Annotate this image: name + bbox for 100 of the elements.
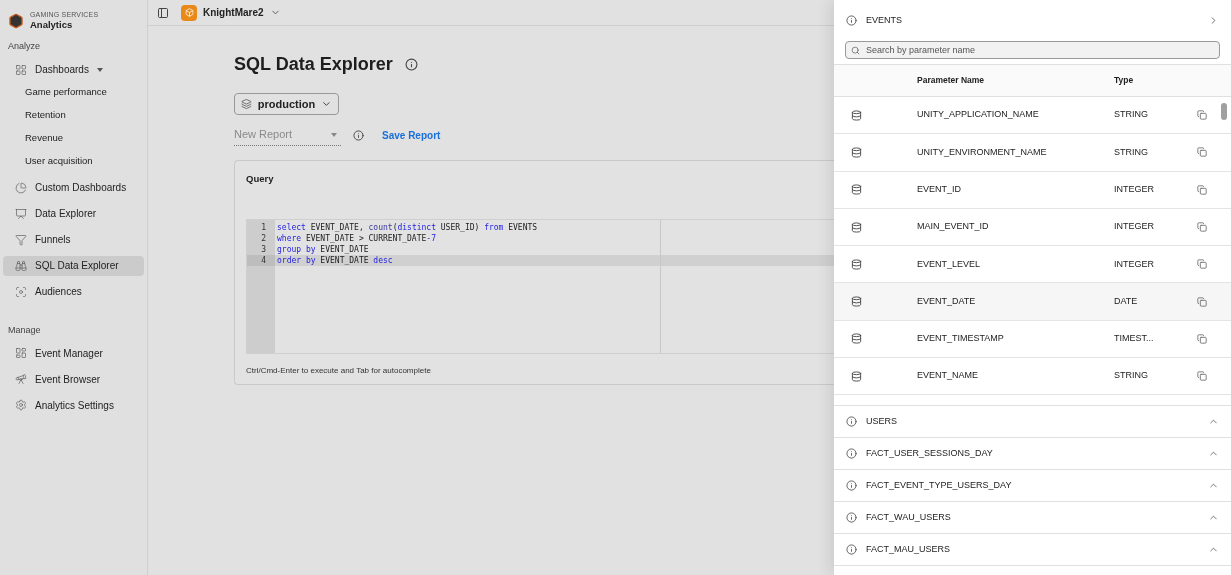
copy-icon[interactable]	[1197, 222, 1207, 233]
table-row[interactable]: EVENT_NAME STRING	[834, 358, 1231, 396]
info-icon[interactable]	[846, 544, 857, 556]
parameter-name: EVENT_LEVEL	[917, 257, 982, 271]
table-header[interactable]: FACT_EVENT_TYPE_USERS_DAY	[834, 470, 1231, 503]
code-editor[interactable]: 1 2 3 4 select EVENT_DATE, count(distinct USER_ID) from EVENTS where EVENT_DATE > CURRENT_DATE-7 group by EVENT_DATE order by EVENT_DATE desc	[246, 219, 834, 355]
copy-icon[interactable]	[1197, 147, 1207, 158]
parameter-type: STRING	[1114, 369, 1149, 383]
parameter-type: DATE	[1114, 294, 1139, 308]
editor-hint: Ctrl/Cmd-Enter to execute and Tab for autocomplete	[246, 365, 431, 378]
table-row[interactable]: EVENT_DATE DATE	[834, 283, 1231, 321]
settings-icon	[15, 399, 27, 411]
scan-frame-icon	[15, 285, 27, 298]
grid-icon	[15, 63, 27, 76]
table-header[interactable]: FACT_USER_SESSIONS_DAY	[834, 438, 1231, 471]
parameter-type: STRING	[1114, 145, 1149, 159]
info-icon[interactable]	[404, 58, 418, 71]
database-icon	[851, 184, 862, 196]
section-heading: Manage	[7, 323, 42, 337]
page-title: SQL Data Explorer	[234, 53, 393, 76]
pie-chart-icon	[15, 181, 27, 194]
info-icon[interactable]	[846, 480, 857, 492]
database-icon	[851, 109, 862, 121]
table-row[interactable]: EVENT_ID INTEGER	[834, 171, 1231, 209]
sidebar-item[interactable]: Dashboards	[3, 59, 144, 80]
table-header[interactable]: EVENTS	[834, 0, 1231, 41]
sidebar-item[interactable]: Event Browser	[3, 369, 144, 389]
search-field[interactable]: Search by parameter name	[845, 41, 1220, 59]
parameter-type: INTEGER	[1114, 183, 1155, 196]
database-icon	[851, 258, 862, 270]
table-header[interactable]: USERS	[834, 406, 1231, 439]
panel-toggle-icon[interactable]	[157, 6, 169, 19]
parameter-name: EVENT_NAME	[917, 369, 979, 383]
info-icon[interactable]	[846, 448, 857, 460]
code-line: where EVENT_DATE > CURRENT_DATE-7	[277, 234, 436, 244]
table-header[interactable]: FACT_MAU_USERS	[834, 534, 1231, 567]
copy-icon[interactable]	[1197, 333, 1207, 344]
project-avatar	[181, 4, 197, 21]
copy-icon[interactable]	[1197, 184, 1207, 195]
parameter-type: INTEGER	[1114, 220, 1155, 234]
sidebar-subitem[interactable]: User acquisition	[3, 150, 144, 172]
sidebar-item[interactable]: Funnels	[3, 229, 144, 250]
table-row[interactable]: UNITY_APPLICATION_NAME STRING	[834, 97, 1231, 135]
code-line: select EVENT_DATE, count(distinct USER_ID) from EVENTS	[277, 223, 538, 233]
copy-icon[interactable]	[1197, 371, 1207, 382]
sidebar-subitem[interactable]: Revenue	[3, 127, 144, 149]
sidebar-subitem[interactable]: Game performance	[3, 81, 144, 103]
table-name: EVENTS	[866, 13, 903, 27]
sidebar-item[interactable]: Event Manager	[3, 343, 144, 363]
table-row[interactable]: UNITY_ENVIRONMENT_NAME STRING	[834, 134, 1231, 172]
brand-title: Analytics	[30, 20, 74, 30]
info-icon[interactable]	[846, 416, 857, 428]
table-row[interactable]: MAIN_EVENT_ID INTEGER	[834, 208, 1231, 247]
info-icon[interactable]	[846, 15, 857, 26]
telescope-icon	[15, 373, 27, 385]
line-number: 4	[247, 255, 275, 267]
sidebar-item[interactable]: Analytics Settings	[3, 395, 144, 415]
layers-icon	[241, 98, 252, 110]
sidebar-item[interactable]: Custom Dashboards	[3, 177, 144, 198]
parameter-type: INTEGER	[1114, 257, 1155, 271]
copy-icon[interactable]	[1197, 110, 1207, 121]
table-name: USERS	[866, 415, 898, 429]
parameter-name: EVENT_TIMESTAMP	[917, 332, 1005, 346]
table-name: FACT_USER_SESSIONS_DAY	[866, 447, 994, 461]
project-name[interactable]: KnightMare2	[203, 5, 264, 20]
table-name: FACT_MAU_USERS	[866, 543, 952, 557]
info-icon[interactable]	[353, 129, 364, 141]
parameter-type: TIMEST...	[1114, 332, 1155, 346]
line-number: 2	[260, 233, 267, 245]
card-title: Query	[246, 172, 275, 186]
column-header: Parameter Name	[917, 74, 986, 87]
logo-icon	[8, 12, 24, 29]
layout-icon	[15, 347, 27, 359]
copy-icon[interactable]	[1197, 259, 1207, 270]
line-number: 3	[260, 244, 267, 256]
database-icon	[851, 370, 862, 382]
environment-dropdown[interactable]: production	[234, 93, 339, 115]
parameter-name: MAIN_EVENT_ID	[917, 220, 990, 234]
code-line: group by EVENT_DATE	[277, 245, 369, 255]
table-row[interactable]: EVENT_TIMESTAMP TIMEST...	[834, 320, 1231, 359]
parameter-name: UNITY_APPLICATION_NAME	[917, 108, 1040, 122]
sidebar-item[interactable]: Audiences	[3, 281, 144, 302]
table-name: FACT_EVENT_TYPE_USERS_DAY	[866, 479, 1013, 493]
table-header[interactable]: FACT_WAU_USERS	[834, 502, 1231, 535]
database-icon	[851, 296, 862, 308]
sidebar-item[interactable]: Data Explorer	[3, 203, 144, 224]
line-number: 1	[260, 222, 267, 234]
info-icon[interactable]	[846, 512, 857, 524]
database-icon	[851, 333, 862, 345]
scrollbar-thumb[interactable]	[1221, 103, 1227, 120]
sidebar-subitem[interactable]: Retention	[3, 104, 144, 126]
parameter-name: UNITY_ENVIRONMENT_NAME	[917, 145, 1048, 159]
database-icon	[851, 146, 862, 158]
copy-icon[interactable]	[1197, 296, 1207, 307]
sidebar-item[interactable]: SQL Data Explorer	[3, 255, 144, 276]
column-header: Type	[1114, 74, 1134, 87]
section-heading: Analyze	[7, 40, 42, 53]
presentation-board-icon	[15, 207, 27, 220]
save-report-link[interactable]: Save Report	[382, 127, 441, 143]
search-icon	[851, 45, 860, 55]
